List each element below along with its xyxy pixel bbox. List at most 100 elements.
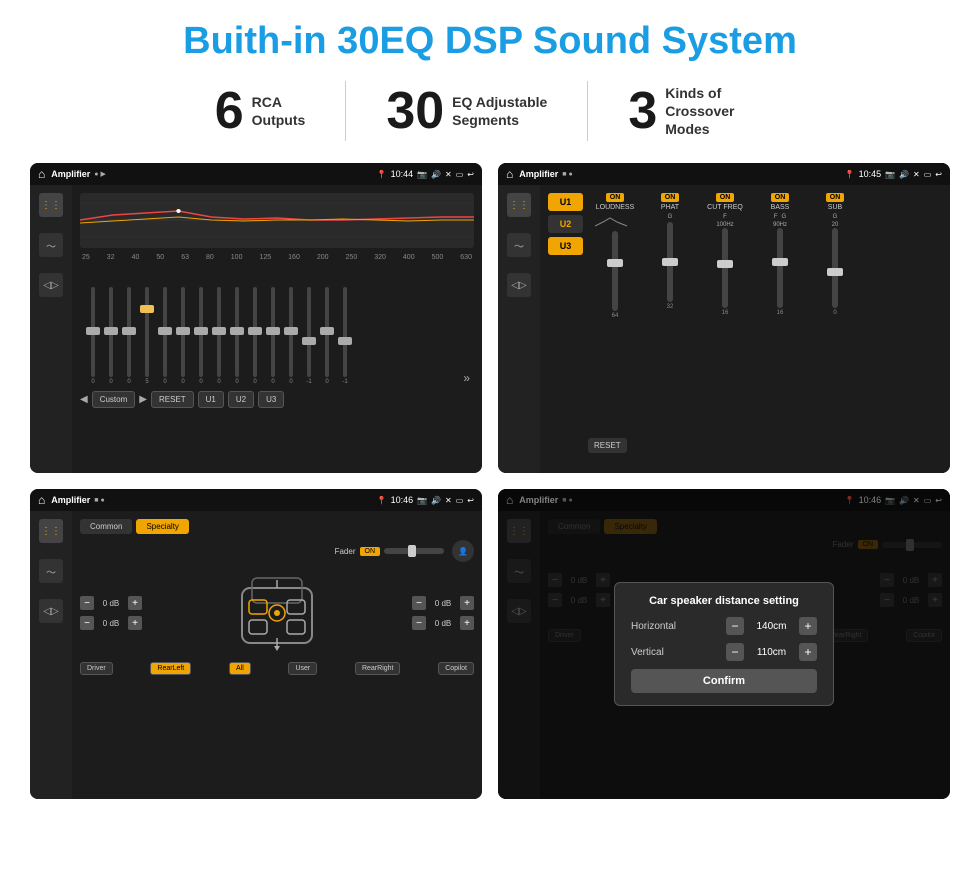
screen2-main: U1 U2 U3 ON LOUDNESS — [540, 185, 950, 473]
screenshots-grid: ⌂ Amplifier ● ▶ 📍 10:44 📷 🔊 ✕ ▭ ↩ ⋮⋮ 〜 — [30, 163, 950, 799]
back-icon-2[interactable]: ↩ — [935, 170, 942, 179]
fader-slider[interactable] — [384, 548, 444, 554]
sidebar-speaker-icon[interactable]: ◁▷ — [39, 273, 63, 297]
time-1: 10:44 — [391, 169, 414, 179]
horizontal-plus-btn[interactable]: + — [799, 617, 817, 635]
fl-minus[interactable]: − — [80, 596, 94, 610]
sidebar-wave-icon-2[interactable]: 〜 — [507, 233, 531, 257]
phat-track[interactable] — [667, 222, 673, 302]
tab-specialty[interactable]: Specialty — [136, 519, 188, 534]
eq-slider-2: 0 — [120, 287, 138, 385]
rr-minus[interactable]: − — [412, 616, 426, 630]
cutfreq-channel: ON CUT FREQ F 100Hz 16 — [699, 193, 751, 316]
fr-plus[interactable]: + — [460, 596, 474, 610]
cutfreq-on[interactable]: ON — [716, 193, 735, 202]
phat-on[interactable]: ON — [661, 193, 680, 202]
prev-btn[interactable]: ◀ — [80, 394, 88, 405]
sub-channel: ON SUB G 20 0 — [809, 193, 861, 316]
fader-profile-icon[interactable]: 👤 — [452, 540, 474, 562]
rl-minus[interactable]: − — [80, 616, 94, 630]
u1-select-btn[interactable]: U1 — [548, 193, 583, 211]
cutfreq-track[interactable] — [722, 228, 728, 308]
loudness-scale: 64 — [612, 313, 619, 319]
sub-on[interactable]: ON — [826, 193, 845, 202]
cutfreq-scale: 16 — [722, 310, 729, 316]
vertical-plus-btn[interactable]: + — [799, 643, 817, 661]
home-icon-2[interactable]: ⌂ — [506, 167, 513, 181]
eq-slider-3: 5 — [138, 287, 156, 385]
all-btn[interactable]: All — [229, 662, 251, 675]
vertical-minus-btn[interactable]: − — [726, 643, 744, 661]
horizontal-control: − 140cm + — [726, 617, 817, 635]
tab-common[interactable]: Common — [80, 519, 132, 534]
loudness-on[interactable]: ON — [606, 193, 625, 202]
screen2-content: ⋮⋮ 〜 ◁▷ U1 U2 U3 ON — [498, 185, 950, 473]
distance-dialog: Car speaker distance setting Horizontal … — [614, 582, 834, 706]
eq-slider-11: 0 — [282, 287, 300, 385]
back-icon-3[interactable]: ↩ — [467, 496, 474, 505]
horizontal-value: 140cm — [749, 621, 794, 632]
next-btn[interactable]: ▶ — [139, 394, 147, 405]
fl-plus[interactable]: + — [128, 596, 142, 610]
rl-plus[interactable]: + — [128, 616, 142, 630]
page-title: Buith-in 30EQ DSP Sound System — [30, 20, 950, 63]
reset-btn-eq[interactable]: RESET — [151, 391, 194, 408]
sidebar-speaker-icon-3[interactable]: ◁▷ — [39, 599, 63, 623]
stat-rca-number: 6 — [215, 85, 244, 137]
custom-btn[interactable]: Custom — [92, 391, 136, 408]
user-btn[interactable]: User — [288, 662, 317, 675]
u3-btn[interactable]: U3 — [258, 391, 284, 408]
dialog-title: Car speaker distance setting — [631, 595, 817, 607]
horizontal-row: Horizontal − 140cm + — [631, 617, 817, 635]
db-control-fr: − 0 dB + — [412, 596, 474, 610]
more-arrow[interactable]: » — [463, 371, 470, 385]
sub-track[interactable] — [832, 228, 838, 308]
sidebar-eq-icon-2[interactable]: ⋮⋮ — [507, 193, 531, 217]
reset-btn-mixer[interactable]: RESET — [588, 438, 627, 453]
u2-select-btn[interactable]: U2 — [548, 215, 583, 233]
mixer-channels: ON LOUDNESS 64 ON — [589, 193, 942, 465]
eq-slider-6: 0 — [192, 287, 210, 385]
copilot-btn[interactable]: Copilot — [438, 662, 474, 675]
sidebar-eq-icon-3[interactable]: ⋮⋮ — [39, 519, 63, 543]
sidebar-wave-icon-3[interactable]: 〜 — [39, 559, 63, 583]
screen-fader-dialog: ⌂ Amplifier ■ ● 📍 10:46 📷 🔊 ✕ ▭ ↩ ⋮⋮ 〜 — [498, 489, 950, 799]
app-title-2: Amplifier — [519, 169, 558, 179]
fr-minus[interactable]: − — [412, 596, 426, 610]
sub-label: SUB — [828, 204, 842, 211]
home-icon-3[interactable]: ⌂ — [38, 493, 45, 507]
horizontal-minus-btn[interactable]: − — [726, 617, 744, 635]
screen3-main: Common Specialty Fader ON 👤 — [72, 511, 482, 799]
stat-eq-number: 30 — [386, 85, 444, 137]
eq-slider-8: 0 — [228, 287, 246, 385]
close-icon-2: ✕ — [913, 170, 920, 179]
u1-btn[interactable]: U1 — [198, 391, 224, 408]
rr-plus[interactable]: + — [460, 616, 474, 630]
bass-on[interactable]: ON — [771, 193, 790, 202]
stat-eq-label: EQ AdjustableSegments — [452, 93, 547, 129]
status-icons-1: 📍 10:44 📷 🔊 ✕ ▭ ↩ — [377, 169, 474, 179]
loudness-track[interactable] — [612, 231, 618, 311]
fader-on-badge[interactable]: ON — [360, 547, 381, 556]
sidebar-speaker-icon-2[interactable]: ◁▷ — [507, 273, 531, 297]
bass-track[interactable] — [777, 228, 783, 308]
car-diagram — [217, 568, 337, 658]
vertical-control: − 110cm + — [726, 643, 817, 661]
rearright-btn[interactable]: RearRight — [355, 662, 401, 675]
screen-eq: ⌂ Amplifier ● ▶ 📍 10:44 📷 🔊 ✕ ▭ ↩ ⋮⋮ 〜 — [30, 163, 482, 473]
sidebar-wave-icon[interactable]: 〜 — [39, 233, 63, 257]
db-control-fl: − 0 dB + — [80, 596, 142, 610]
sidebar-eq-icon[interactable]: ⋮⋮ — [39, 193, 63, 217]
phat-channel: ON PHAT G 32 — [644, 193, 696, 310]
dialog-overlay: Car speaker distance setting Horizontal … — [498, 489, 950, 799]
back-icon-1[interactable]: ↩ — [467, 170, 474, 179]
driver-btn[interactable]: Driver — [80, 662, 113, 675]
confirm-button[interactable]: Confirm — [631, 669, 817, 693]
home-icon-1[interactable]: ⌂ — [38, 167, 45, 181]
speaker-layout-row: − 0 dB + − 0 dB + — [80, 568, 474, 658]
u3-select-btn[interactable]: U3 — [548, 237, 583, 255]
rearleft-btn[interactable]: RearLeft — [150, 662, 191, 675]
u2-btn[interactable]: U2 — [228, 391, 254, 408]
screen3-content: ⋮⋮ 〜 ◁▷ Common Specialty Fader ON — [30, 511, 482, 799]
eq-graph — [80, 193, 474, 248]
